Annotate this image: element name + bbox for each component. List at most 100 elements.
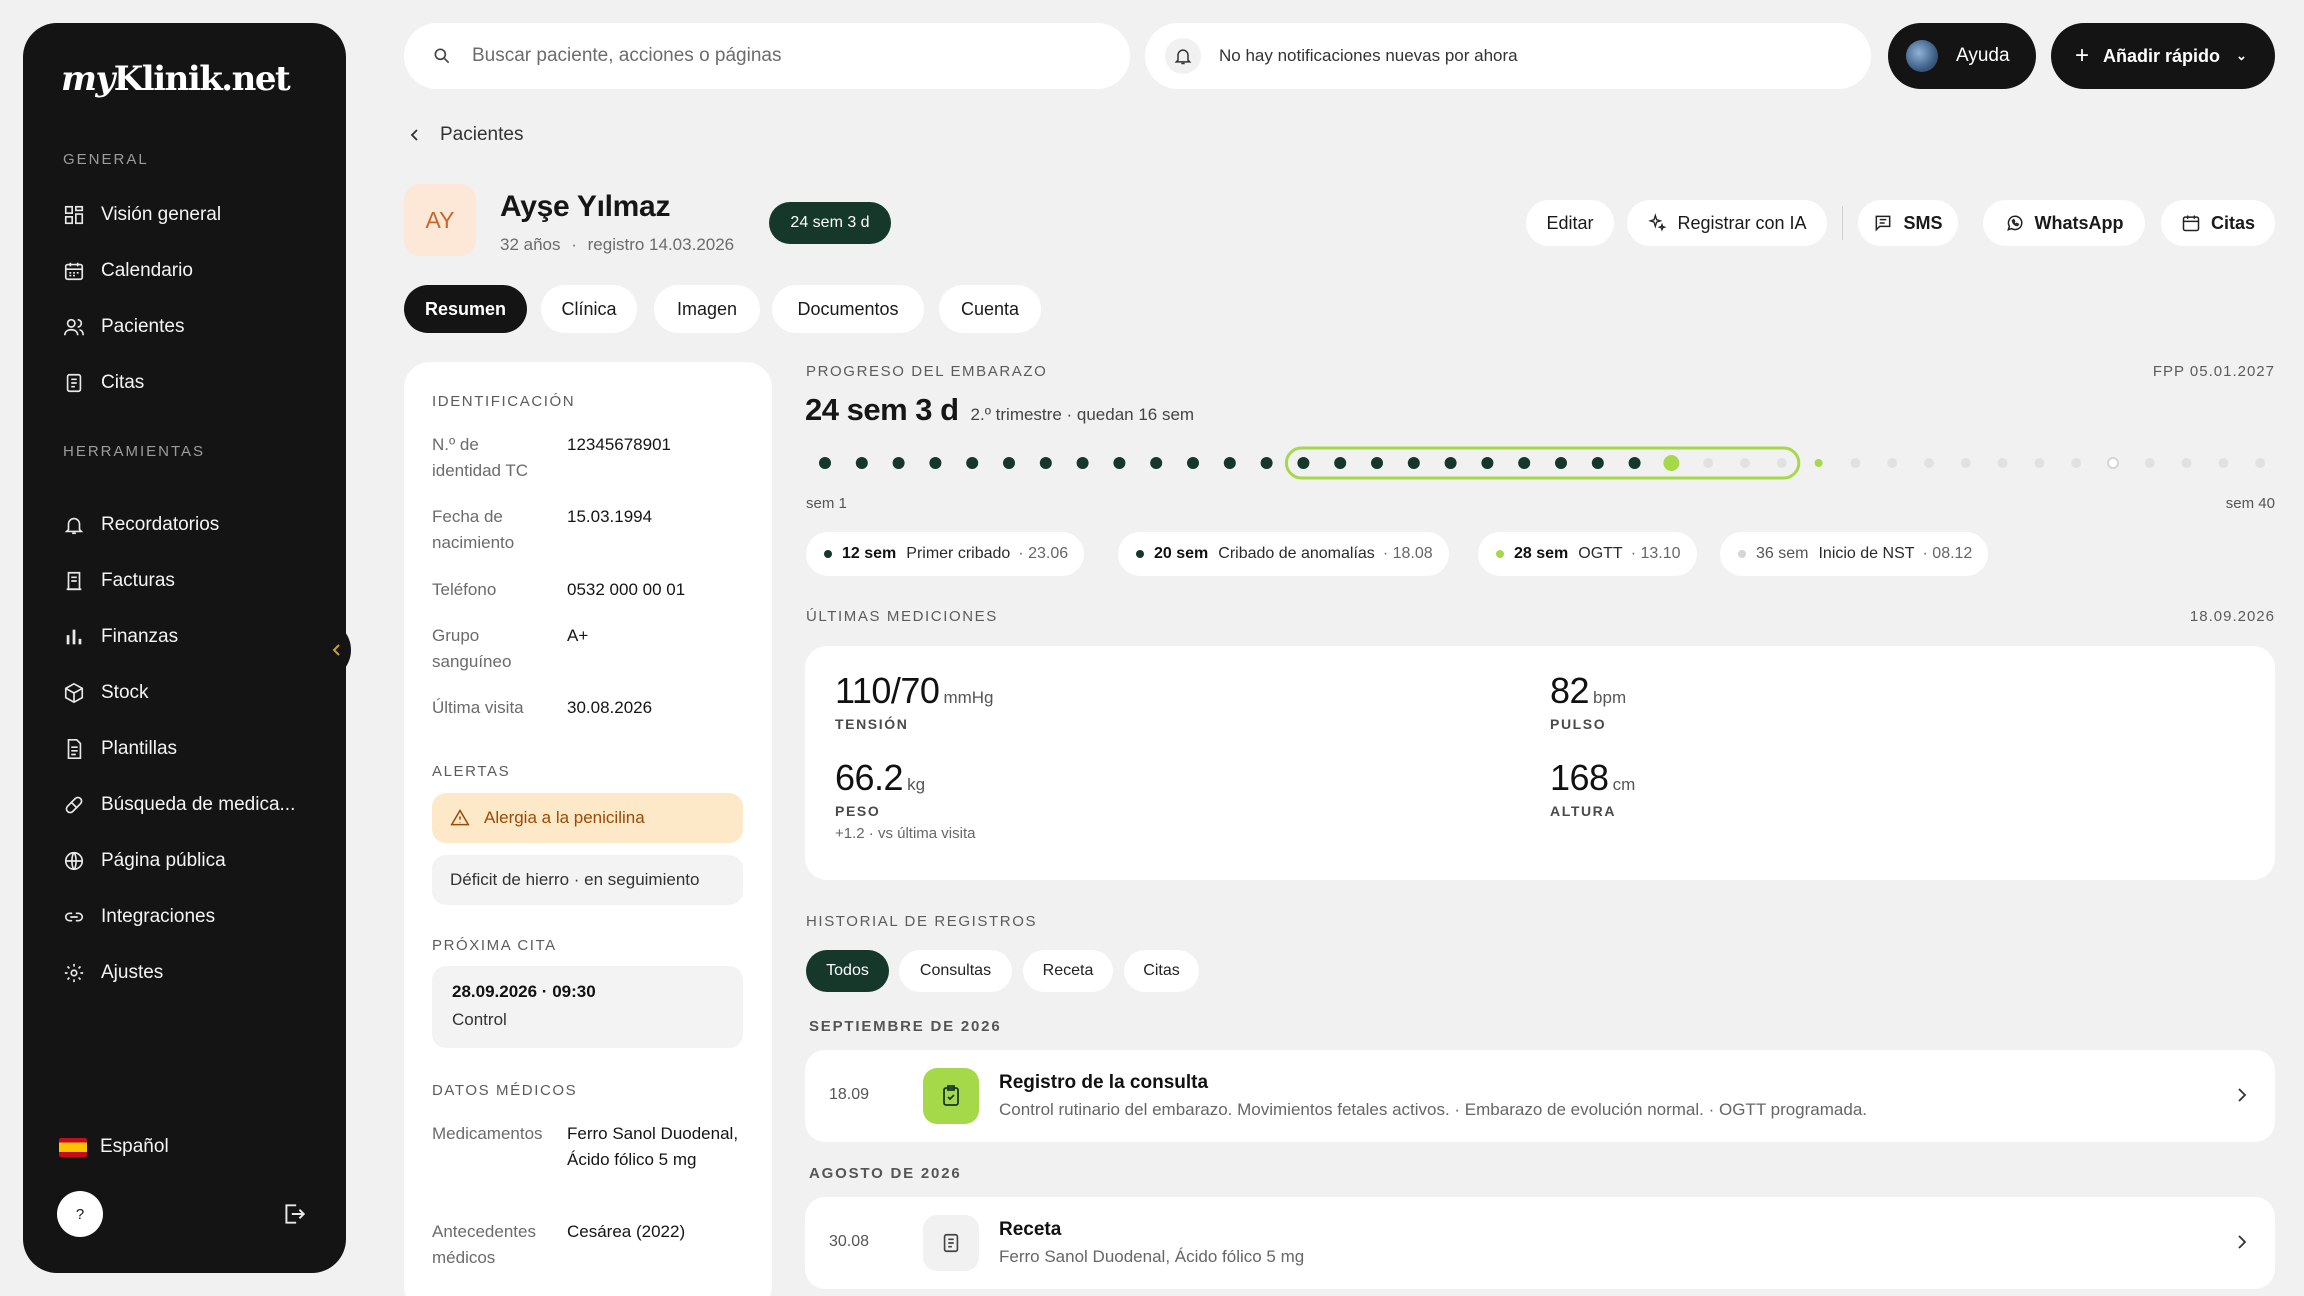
clipboard-check-icon	[923, 1068, 979, 1124]
tab-documents[interactable]: Documentos	[772, 285, 924, 333]
sidebar-item-templates[interactable]: Plantillas	[63, 731, 323, 767]
brand-logo[interactable]: myKlinik.net	[61, 59, 291, 99]
sidebar-item-stock[interactable]: Stock	[63, 675, 323, 711]
box-icon	[64, 682, 84, 704]
notifications-bar[interactable]: No hay notificaciones nuevas por ahora	[1145, 23, 1871, 89]
next-appointment-card[interactable]: 28.09.2026 · 09:30 Control	[432, 966, 743, 1048]
help-button[interactable]: Ayuda	[1888, 23, 2036, 89]
week-dot	[1924, 458, 1934, 468]
language-selector[interactable]: Español	[59, 1136, 169, 1158]
sidebar-item-integrations[interactable]: Integraciones	[63, 899, 323, 935]
medications-value: Ferro Sanol Duodenal, Ácido fólico 5 mg	[567, 1124, 739, 1169]
pregnancy-detail: 2.º trimestre · quedan 16 sem	[970, 405, 1195, 424]
measurements-title: ÚLTIMAS MEDICIONES	[806, 608, 998, 625]
sidebar-item-patients[interactable]: Pacientes	[63, 309, 323, 345]
record-description: Control rutinario del embarazo. Movimien…	[999, 1100, 1868, 1119]
notification-bell	[1165, 38, 1201, 74]
sidebar-item-label: Citas	[101, 372, 145, 393]
bar-chart-icon	[66, 629, 82, 645]
allergy-alert[interactable]: Alergia a la penicilina	[432, 793, 743, 843]
filter-consultations[interactable]: Consultas	[899, 950, 1012, 992]
milestone-week: 28 sem	[1514, 545, 1569, 562]
search-input[interactable]	[472, 45, 1072, 67]
filter-all[interactable]: Todos	[806, 950, 889, 992]
week-dot	[2034, 458, 2045, 468]
milestone-chip[interactable]: 20 sem Cribado de anomalías · 18.08	[1118, 532, 1449, 576]
sidebar-item-appointments[interactable]: Citas	[63, 365, 323, 401]
sidebar-item-label: Stock	[101, 682, 149, 703]
patient-avatar: AY	[404, 184, 476, 256]
sidebar-item-reminders[interactable]: Recordatorios	[63, 507, 323, 543]
condition-alert[interactable]: Déficit de hierro · en seguimiento	[432, 855, 743, 905]
week-dot	[2071, 458, 2082, 468]
milestone-chip[interactable]: 12 sem Primer cribado · 23.06	[806, 532, 1085, 576]
sidebar-item-calendar[interactable]: Calendario	[63, 253, 323, 289]
history-record[interactable]: 18.09 Registro de la consulta Control ru…	[805, 1050, 2275, 1142]
sms-button[interactable]: SMS	[1858, 200, 1958, 246]
height-vital: 168 cm ALTURA	[1550, 757, 1635, 819]
sidebar-item-label: Pacientes	[101, 316, 185, 337]
height-unit: cm	[1612, 775, 1636, 794]
milestone-week: 36 sem	[1756, 545, 1809, 562]
week-dot	[1223, 457, 1236, 469]
edit-button[interactable]: Editar	[1526, 200, 1614, 246]
global-search[interactable]	[404, 23, 1130, 89]
milestone-dot	[824, 550, 832, 558]
tab-clinical[interactable]: Clínica	[541, 285, 637, 333]
quick-add-button[interactable]: + Añadir rápido ⌄	[2051, 23, 2275, 89]
next-appointment-date: 28.09.2026 · 09:30	[452, 982, 596, 1001]
logo-text: Klinik.net	[113, 59, 291, 99]
milestone-week: 20 sem	[1154, 545, 1209, 562]
birthdate-label: Fecha de nacimiento	[432, 507, 515, 552]
logout-icon[interactable]	[281, 1201, 307, 1227]
bell-icon	[64, 517, 84, 535]
sidebar-collapse-toggle[interactable]	[323, 590, 351, 710]
milestone-dot	[1136, 550, 1144, 558]
sidebar-item-settings[interactable]: Ajustes	[63, 955, 323, 991]
height-label: ALTURA	[1550, 803, 1617, 819]
patient-name: Ayşe Yılmaz	[500, 190, 671, 223]
week-dot	[1371, 457, 1383, 469]
bp-value: 110/70	[835, 670, 940, 711]
id-number-value: 12345678901	[567, 435, 672, 454]
phone-label: Teléfono	[432, 580, 497, 599]
week-dot	[855, 457, 868, 469]
next-appointment-title: PRÓXIMA CITA	[432, 937, 557, 954]
identification-title: IDENTIFICACIÓN	[432, 393, 576, 410]
bell-icon	[1174, 49, 1192, 65]
search-icon	[434, 48, 450, 64]
milestone-date: · 08.12	[1922, 545, 1973, 562]
help-circle-button[interactable]: ?	[57, 1191, 103, 1237]
week-dot	[1591, 457, 1604, 469]
sidebar-item-finance[interactable]: Finanzas	[63, 619, 323, 655]
phone-value: 0532 000 00 01	[567, 580, 686, 599]
filter-prescriptions[interactable]: Receta	[1023, 950, 1113, 992]
sidebar-item-public-page[interactable]: Página pública	[63, 843, 323, 879]
appointments-button[interactable]: Citas	[2161, 200, 2275, 246]
weight-unit: kg	[907, 775, 926, 794]
tab-imaging[interactable]: Imagen	[654, 285, 760, 333]
history-record[interactable]: 30.08 Receta Ferro Sanol Duodenal, Ácido…	[805, 1197, 2275, 1289]
measurements-date: 18.09.2026	[2189, 608, 2275, 625]
week-dot	[1481, 457, 1494, 469]
gestation-week-badge: 24 sem 3 d	[769, 202, 891, 244]
milestone-label: Inicio de NST	[1818, 545, 1915, 562]
trimester-highlight	[1284, 446, 1801, 480]
tab-summary[interactable]: Resumen	[404, 285, 527, 333]
document-icon	[67, 739, 82, 759]
week-dot	[1814, 459, 1823, 467]
filter-appointments[interactable]: Citas	[1124, 950, 1199, 992]
week-dot	[1960, 458, 1971, 468]
sidebar-item-overview[interactable]: Visión general	[63, 197, 323, 233]
breadcrumb[interactable]: Pacientes	[408, 124, 523, 146]
milestone-date: · 13.10	[1630, 545, 1681, 562]
sidebar-item-invoices[interactable]: Facturas	[63, 563, 323, 599]
milestone-chip[interactable]: 28 sem OGTT · 13.10	[1478, 532, 1697, 576]
whatsapp-button[interactable]: WhatsApp	[1983, 200, 2145, 246]
sparkle-icon	[1648, 213, 1667, 232]
ai-register-label: Registrar con IA	[1677, 212, 1807, 233]
ai-register-button[interactable]: Registrar con IA	[1627, 200, 1827, 246]
sidebar-item-drug-search[interactable]: Búsqueda de medica...	[63, 787, 323, 823]
tab-account[interactable]: Cuenta	[939, 285, 1041, 333]
milestone-chip[interactable]: 36 sem Inicio de NST · 08.12	[1720, 532, 1989, 576]
